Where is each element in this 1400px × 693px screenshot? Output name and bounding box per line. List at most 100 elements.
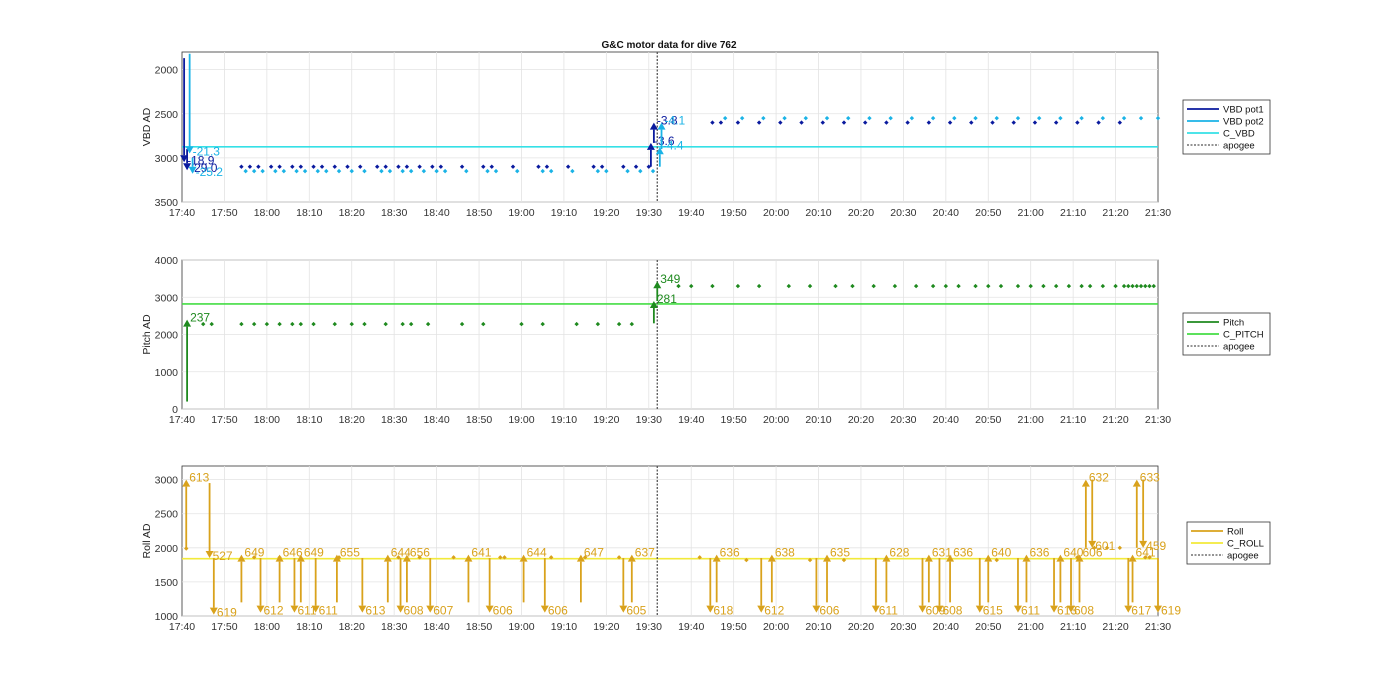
x-tick-label: 19:30	[636, 207, 662, 219]
x-tick-label: 20:20	[848, 414, 874, 426]
x-tick-label: 18:10	[296, 414, 322, 426]
y-tick-label: 1000	[155, 367, 179, 379]
legend-label: VBD pot1	[1223, 105, 1264, 116]
arrow-label: 644	[527, 546, 547, 560]
x-tick-label: 18:50	[466, 414, 492, 426]
x-tick-label: 18:10	[296, 621, 322, 633]
x-tick-label: 19:10	[551, 414, 577, 426]
arrow-label: 647	[584, 546, 604, 560]
x-tick-label: 19:40	[678, 621, 704, 633]
arrow-label: 527	[213, 549, 233, 563]
x-tick-label: 19:30	[636, 414, 662, 426]
arrow-label: 613	[189, 471, 209, 485]
arrow-label: 636	[720, 546, 740, 560]
arrow-label: 641	[471, 546, 491, 560]
arrow-label: 656	[410, 546, 430, 560]
x-tick-label: 19:40	[678, 414, 704, 426]
x-tick-label: 19:20	[593, 414, 619, 426]
y-tick-label: 0	[172, 404, 178, 416]
arrow-label: -25.2	[196, 165, 224, 179]
arrow-label: 611	[319, 604, 338, 618]
arrow-label: 638	[775, 546, 795, 560]
panel-2: 17:40 17:50 18:00 18:10 18:20 18:30 18:40 18:50…	[141, 255, 1271, 426]
arrow-label: -4.4	[663, 138, 684, 152]
x-tick-label: 18:30	[381, 207, 407, 219]
arrow-label: 636	[1029, 546, 1049, 560]
y-tick-label: 3000	[155, 153, 179, 165]
x-tick-label: 20:10	[805, 207, 831, 219]
x-tick-label: 18:20	[339, 207, 365, 219]
arrow-label: 281	[657, 292, 677, 306]
arrow-label: 606	[819, 604, 839, 618]
x-tick-label: 20:30	[890, 414, 916, 426]
figure-title: G&C motor data for dive 762	[601, 40, 736, 51]
x-tick-label: 18:40	[423, 207, 449, 219]
x-tick-label: 21:20	[1102, 414, 1128, 426]
arrow-label: 617	[1131, 604, 1151, 618]
y-tick-label: 2000	[155, 543, 179, 555]
arrow-label: 649	[244, 546, 264, 560]
arrow-label: 459	[1146, 539, 1166, 553]
x-tick-label: 19:20	[593, 207, 619, 219]
x-tick-label: 21:00	[1018, 207, 1044, 219]
x-tick-label: 20:10	[805, 414, 831, 426]
legend-label: C_ROLL	[1227, 539, 1264, 550]
arrow-label: 608	[404, 604, 424, 618]
x-tick-label: 20:50	[975, 414, 1001, 426]
x-tick-label: 19:40	[678, 207, 704, 219]
x-tick-label: 20:50	[975, 207, 1001, 219]
x-tick-label: 19:00	[508, 621, 534, 633]
x-tick-label: 19:50	[721, 207, 747, 219]
x-tick-label: 20:40	[933, 414, 959, 426]
arrow-label: 237	[190, 311, 210, 325]
x-tick-label: 20:10	[805, 621, 831, 633]
arrow-label: 636	[953, 546, 973, 560]
arrow-label: 619	[217, 606, 237, 620]
y-tick-label: 2000	[155, 330, 179, 342]
legend-label: apogee	[1227, 551, 1259, 562]
x-tick-label: 18:40	[423, 414, 449, 426]
arrow-label: 605	[626, 604, 646, 618]
x-tick-label: 19:50	[721, 414, 747, 426]
x-tick-label: 18:00	[254, 207, 280, 219]
arrow-label: 606	[548, 604, 568, 618]
x-tick-label: 19:10	[551, 207, 577, 219]
x-tick-label: 19:00	[508, 414, 534, 426]
arrow-label: 612	[264, 604, 284, 618]
x-tick-label: 20:30	[890, 621, 916, 633]
x-tick-label: 20:40	[933, 621, 959, 633]
y-tick-label: 2500	[155, 109, 179, 121]
arrow-label: 349	[660, 272, 680, 286]
arrow-label: 618	[713, 604, 733, 618]
panel-3: 17:40 17:50 18:00 18:10 18:20 18:30 18:40 18:50…	[141, 465, 1271, 633]
x-tick-label: 21:10	[1060, 207, 1086, 219]
x-tick-label: 19:00	[508, 207, 534, 219]
legend-label: VBD pot2	[1223, 117, 1264, 128]
x-tick-label: 19:10	[551, 621, 577, 633]
legend-label: C_PITCH	[1223, 330, 1264, 341]
x-tick-label: 18:40	[423, 621, 449, 633]
legend-label: apogee	[1223, 342, 1255, 353]
x-tick-label: 21:10	[1060, 621, 1086, 633]
y-tick-label: 4000	[155, 255, 179, 267]
arrow-label: 615	[983, 604, 1003, 618]
x-tick-label: 20:00	[763, 414, 789, 426]
x-tick-label: 17:50	[211, 207, 237, 219]
x-tick-label: 19:20	[593, 621, 619, 633]
arrow-label: 655	[340, 546, 360, 560]
legend-label: C_VBD	[1223, 129, 1255, 140]
panel-1: 17:40 17:50 18:00 18:10 18:20 18:30 18:40 18:50…	[141, 51, 1271, 219]
y-tick-label: 1500	[155, 577, 179, 589]
x-tick-label: 21:30	[1145, 207, 1171, 219]
x-tick-label: 20:00	[763, 207, 789, 219]
arrow-label: 637	[635, 546, 655, 560]
x-tick-label: 18:50	[466, 207, 492, 219]
x-tick-label: 20:20	[848, 207, 874, 219]
dive-motor-figure: G&C motor data for dive 762 17:40 17:50 18…	[141, 40, 1271, 633]
arrow-label: 606	[493, 604, 513, 618]
x-tick-label: 21:30	[1145, 414, 1171, 426]
x-tick-label: 17:50	[211, 414, 237, 426]
y-tick-label: 2000	[155, 65, 179, 77]
arrow-label: 608	[942, 604, 962, 618]
y-axis-label: Roll AD	[141, 523, 153, 558]
